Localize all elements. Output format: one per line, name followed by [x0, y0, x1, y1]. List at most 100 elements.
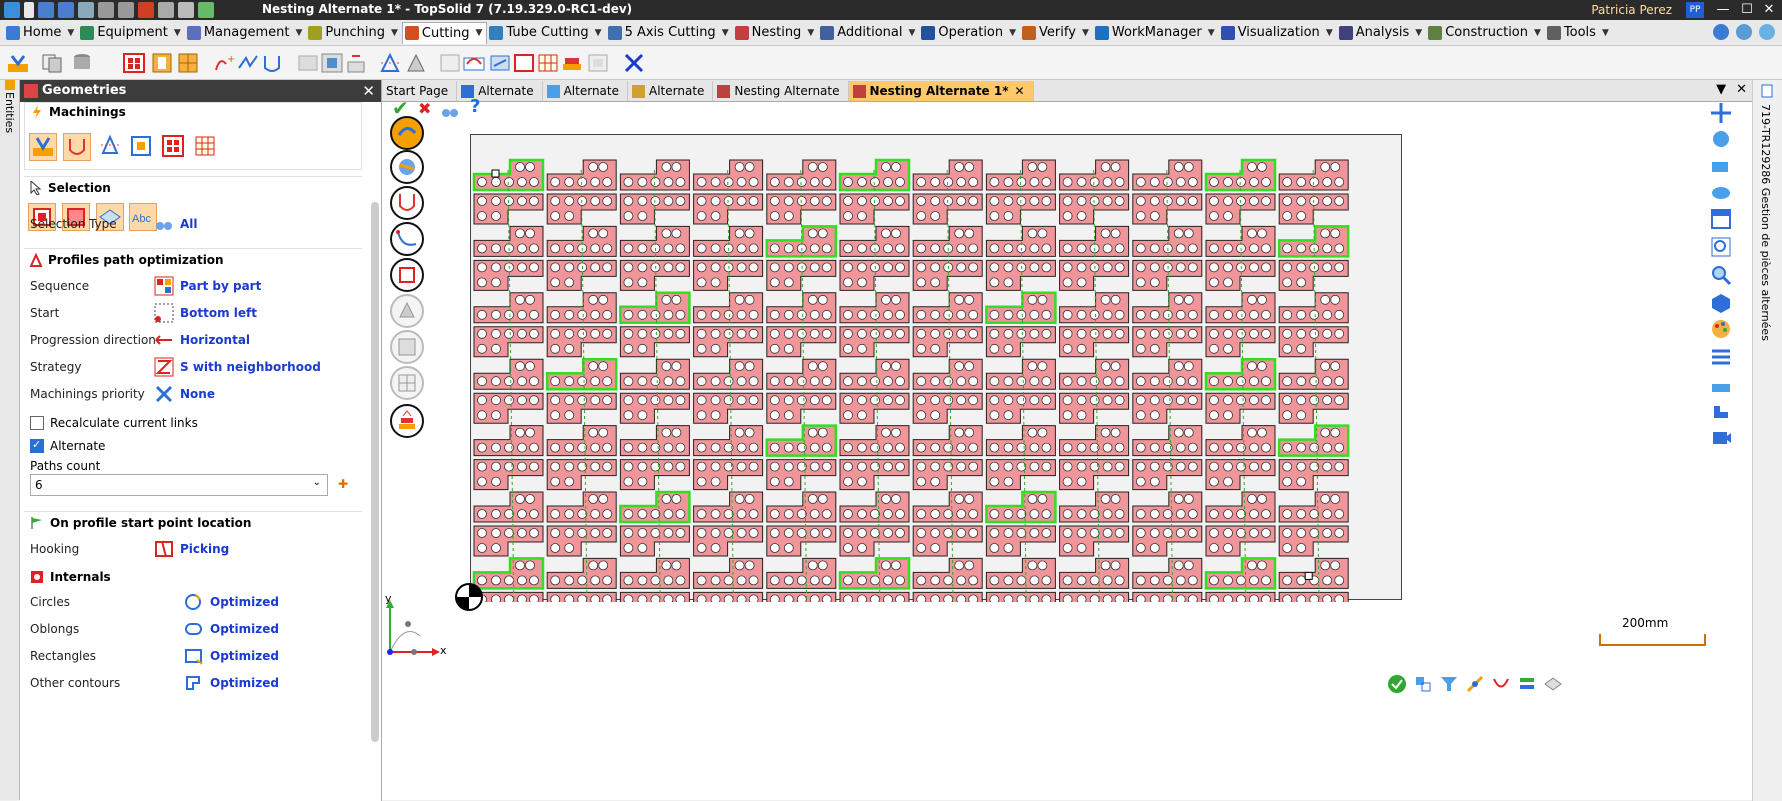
menu-tab-tools[interactable]: Tools ▼: [1545, 22, 1613, 44]
menu-tab-visualization[interactable]: Visualization ▼: [1219, 22, 1337, 44]
view-standard-icon[interactable]: [1710, 208, 1732, 230]
chevron-down-icon[interactable]: ▼: [595, 28, 602, 38]
tool-path-icon[interactable]: [344, 52, 368, 74]
document-tab[interactable]: Nesting Alternate: [713, 81, 849, 101]
panel-close-button[interactable]: ✕: [362, 80, 375, 102]
preview-icon[interactable]: [440, 104, 460, 120]
chevron-down-icon[interactable]: ▼: [174, 28, 181, 38]
pattern-icon[interactable]: [320, 52, 344, 74]
redo-icon[interactable]: [118, 2, 134, 18]
avatar[interactable]: PP: [1686, 2, 1704, 18]
cut-grid-icon[interactable]: [536, 52, 560, 74]
tool-marking-button[interactable]: [390, 294, 424, 328]
machining-pocket-button[interactable]: [128, 133, 156, 161]
alternate-checkbox[interactable]: [30, 438, 44, 453]
layers-toggle-icon[interactable]: [1517, 674, 1537, 694]
circles-value[interactable]: Optimized: [210, 595, 279, 609]
snap-icon[interactable]: [1465, 674, 1485, 694]
chevron-down-icon[interactable]: ▼: [1208, 28, 1215, 38]
s-neighborhood-icon[interactable]: [154, 357, 174, 377]
chevron-down-icon[interactable]: ▼: [909, 28, 916, 38]
chevron-down-icon[interactable]: ▼: [722, 28, 729, 38]
sheet-display-icon[interactable]: [1543, 674, 1563, 694]
document-options-icon[interactable]: [138, 2, 154, 18]
clipping-icon[interactable]: [1710, 400, 1732, 422]
nesting-sheet[interactable]: [470, 134, 1402, 602]
chevron-down-icon[interactable]: ▼: [1415, 28, 1422, 38]
recalculate-checkbox[interactable]: [30, 416, 44, 430]
close-document-button[interactable]: ✕: [1736, 82, 1747, 97]
machining-marking-button[interactable]: [97, 133, 125, 161]
tool-stack-button[interactable]: [390, 404, 424, 438]
chevron-down-icon[interactable]: ▼: [476, 28, 483, 38]
minimize-button[interactable]: —: [1712, 0, 1734, 20]
contour-optimized-icon[interactable]: [184, 673, 204, 693]
machining-contour-button[interactable]: [62, 133, 91, 161]
rotate-icon[interactable]: [1710, 128, 1732, 150]
machinings-header[interactable]: Machinings: [25, 103, 361, 121]
nest-pattern-icon[interactable]: [122, 52, 146, 74]
options-icon[interactable]: [1713, 24, 1729, 40]
chevron-down-icon[interactable]: ▼: [391, 28, 398, 38]
chevron-down-icon[interactable]: ▼: [1009, 28, 1016, 38]
zoom-all-icon[interactable]: [1710, 236, 1732, 258]
priority-value[interactable]: None: [180, 387, 215, 401]
menu-tab-analysis[interactable]: Analysis ▼: [1337, 22, 1426, 44]
profile-order-icon[interactable]: [462, 52, 486, 74]
nest-disabled-2-icon[interactable]: [586, 52, 610, 74]
menu-tab-management[interactable]: Management ▼: [185, 22, 307, 44]
strategy-value[interactable]: S with neighborhood: [180, 360, 321, 374]
menu-tab-construction[interactable]: Construction ▼: [1426, 22, 1545, 44]
rectangle-optimized-icon[interactable]: [184, 646, 204, 666]
other-contours-value[interactable]: Optimized: [210, 676, 279, 690]
panel-scrollbar[interactable]: [371, 202, 379, 742]
picking-icon[interactable]: [154, 539, 174, 559]
chevron-down-icon[interactable]: ▼: [295, 28, 302, 38]
move-disabled-icon[interactable]: [296, 52, 320, 74]
sheet-rect-icon[interactable]: [512, 52, 536, 74]
part-by-part-icon[interactable]: [154, 276, 174, 296]
start-point-icon[interactable]: [378, 52, 402, 74]
chevron-down-icon[interactable]: ▼: [807, 28, 814, 38]
section-icon[interactable]: [1710, 376, 1732, 398]
selection-header[interactable]: Selection: [24, 179, 362, 197]
menu-tab-workmanager[interactable]: WorkManager ▼: [1093, 22, 1219, 44]
new-icon[interactable]: [24, 2, 34, 18]
tool-grid-button[interactable]: [390, 366, 424, 400]
menu-tab-tube-cutting[interactable]: Tube Cutting ▼: [487, 22, 605, 44]
machining-grid-button[interactable]: [192, 133, 220, 161]
oblong-optimized-icon[interactable]: [184, 619, 204, 639]
chevron-down-icon[interactable]: ▼: [1602, 28, 1609, 38]
close-tab-icon[interactable]: ✕: [1015, 84, 1025, 98]
tool-path-button[interactable]: [390, 222, 424, 256]
layers-icon[interactable]: [40, 52, 64, 74]
start-value[interactable]: Bottom left: [180, 306, 257, 320]
database-icon[interactable]: [70, 52, 94, 74]
add-path-count-icon[interactable]: ✚: [338, 477, 348, 491]
menu-tab-home[interactable]: Home ▼: [4, 22, 78, 44]
measure-icon[interactable]: [404, 52, 428, 74]
hooking-value[interactable]: Picking: [180, 542, 229, 556]
curve-icon[interactable]: [1491, 674, 1511, 694]
none-x-icon[interactable]: [154, 384, 174, 404]
maximize-button[interactable]: ☐: [1736, 0, 1758, 20]
menu-tab-nesting[interactable]: Nesting ▼: [733, 22, 819, 44]
menu-tab-cutting[interactable]: Cutting ▼: [401, 21, 488, 44]
progression-value[interactable]: Horizontal: [180, 333, 250, 347]
machining-profile-button[interactable]: [29, 133, 57, 161]
cancel-command-icon[interactable]: [622, 52, 646, 74]
settings-icon[interactable]: [178, 2, 194, 18]
palette-icon[interactable]: [1710, 318, 1732, 340]
tool-pattern-button[interactable]: [390, 330, 424, 364]
stack-icon[interactable]: [560, 52, 584, 74]
tool-rectangle-button[interactable]: [390, 258, 424, 292]
binoculars-icon[interactable]: [154, 214, 174, 234]
cancel-button[interactable]: ✖: [418, 99, 431, 118]
graphics-viewport[interactable]: ✔ ✖ ? y x 200mm: [382, 96, 1752, 800]
filter-icon[interactable]: [1439, 674, 1459, 694]
save-icon[interactable]: [38, 2, 54, 18]
shading-icon[interactable]: [1710, 292, 1732, 314]
zoom-icon[interactable]: [1710, 264, 1732, 286]
user-name[interactable]: Patricia Perez: [1591, 3, 1672, 17]
checklist-icon[interactable]: [198, 2, 214, 18]
